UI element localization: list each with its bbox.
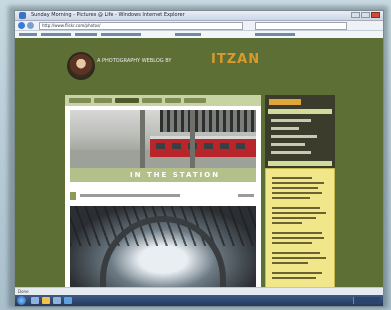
photo-caption-bar: IN THE STATION — [70, 168, 256, 182]
bookmark-item[interactable] — [41, 33, 71, 36]
post-date-line — [238, 194, 254, 197]
station-roof — [160, 110, 256, 132]
browser-toolbar: http://www.flickr.com/photos/ — [15, 21, 383, 31]
post-icon — [70, 192, 76, 200]
sidebar-link[interactable] — [271, 127, 299, 130]
browser-favicon-icon — [19, 12, 26, 19]
nav-item-active[interactable] — [115, 98, 139, 103]
search-input[interactable] — [255, 22, 347, 30]
forward-arrow-icon[interactable] — [27, 22, 34, 29]
windows-taskbar — [15, 295, 383, 306]
taskbar-app-icon[interactable] — [53, 297, 61, 304]
nav-item[interactable] — [69, 98, 91, 103]
sidebar-link[interactable] — [271, 119, 311, 122]
back-arrow-icon[interactable] — [18, 22, 25, 29]
maximize-button[interactable] — [361, 12, 370, 18]
bookmark-item[interactable] — [101, 33, 141, 36]
webpage: A PHOTOGRAPHY WEBLOG BY ITZAN IN THE STA… — [15, 38, 383, 295]
window-controls — [351, 12, 380, 18]
sidebar-link[interactable] — [271, 135, 317, 138]
close-button[interactable] — [371, 12, 380, 18]
bookmark-item[interactable] — [75, 33, 97, 36]
monitor-screen: Sunday Morning - Pictures @ Life - Windo… — [14, 10, 384, 307]
main-content: IN THE STATION — [65, 106, 261, 295]
system-tray — [353, 297, 380, 304]
taskbar-browser-icon[interactable] — [64, 297, 72, 304]
photo-caption: IN THE STATION — [130, 171, 221, 179]
browser-titlebar: Sunday Morning - Pictures @ Life - Windo… — [15, 11, 383, 21]
nav-item[interactable] — [165, 98, 181, 103]
station-interior-photo[interactable] — [70, 206, 256, 295]
post-meta — [70, 192, 256, 200]
station-pillar — [140, 110, 145, 168]
sidebar-link[interactable] — [271, 151, 311, 154]
bookmark-item[interactable] — [19, 33, 37, 36]
site-name[interactable]: ITZAN — [211, 52, 260, 67]
nav-item[interactable] — [142, 98, 162, 103]
sidebar-link[interactable] — [271, 143, 305, 146]
sidebar-divider — [268, 161, 332, 166]
start-button[interactable] — [17, 296, 26, 305]
nav-item[interactable] — [94, 98, 112, 103]
window-title: Sunday Morning - Pictures @ Life - Windo… — [31, 12, 185, 18]
sidebar-note-box — [265, 168, 335, 295]
train-station-photo[interactable] — [70, 110, 256, 168]
sidebar-heading — [269, 99, 301, 105]
minimize-button[interactable] — [351, 12, 360, 18]
post-title-line[interactable] — [80, 194, 180, 197]
status-bar: Done — [15, 287, 383, 295]
bookmark-item[interactable] — [255, 33, 295, 36]
site-navbar — [65, 95, 261, 106]
address-bar[interactable]: http://www.flickr.com/photos/ — [39, 22, 243, 30]
bookmark-item[interactable] — [175, 33, 201, 36]
station-pillar — [190, 110, 195, 168]
site-avatar[interactable] — [67, 52, 95, 80]
red-train — [150, 136, 256, 157]
sidebar-divider — [268, 109, 332, 114]
nav-item[interactable] — [184, 98, 206, 103]
taskbar-folder-icon[interactable] — [42, 297, 50, 304]
taskbar-app-icon[interactable] — [31, 297, 39, 304]
